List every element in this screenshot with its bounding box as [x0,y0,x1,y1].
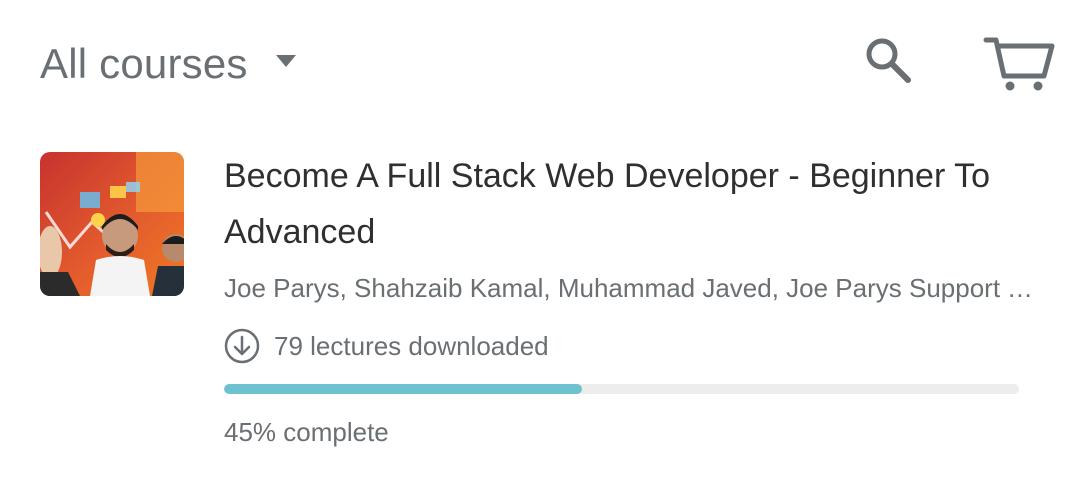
app-header: All courses [0,0,1080,125]
progress-label: 45% complete [224,417,389,447]
course-authors: Joe Parys, Shahzaib Kamal, Muhammad Jave… [224,273,1034,303]
cart-button[interactable] [982,30,1058,96]
downloads-label: 79 lectures downloaded [274,331,549,361]
download-circle-icon [224,328,260,364]
cart-icon [983,37,1055,91]
downloads-status: 79 lectures downloaded [224,326,549,366]
course-title: Become A Full Stack Web Developer - Begi… [224,157,991,251]
search-icon [866,38,911,83]
course-thumbnail [40,152,184,296]
course-list-item[interactable]: Become A Full Stack Web Developer - Begi… [0,140,1080,460]
course-filter-label: All courses [40,40,248,87]
course-filter-dropdown[interactable]: All courses [40,38,296,90]
search-button[interactable] [858,30,918,90]
progress-bar [224,384,1019,394]
chevron-down-icon [275,55,296,67]
progress-bar-fill [224,384,582,394]
